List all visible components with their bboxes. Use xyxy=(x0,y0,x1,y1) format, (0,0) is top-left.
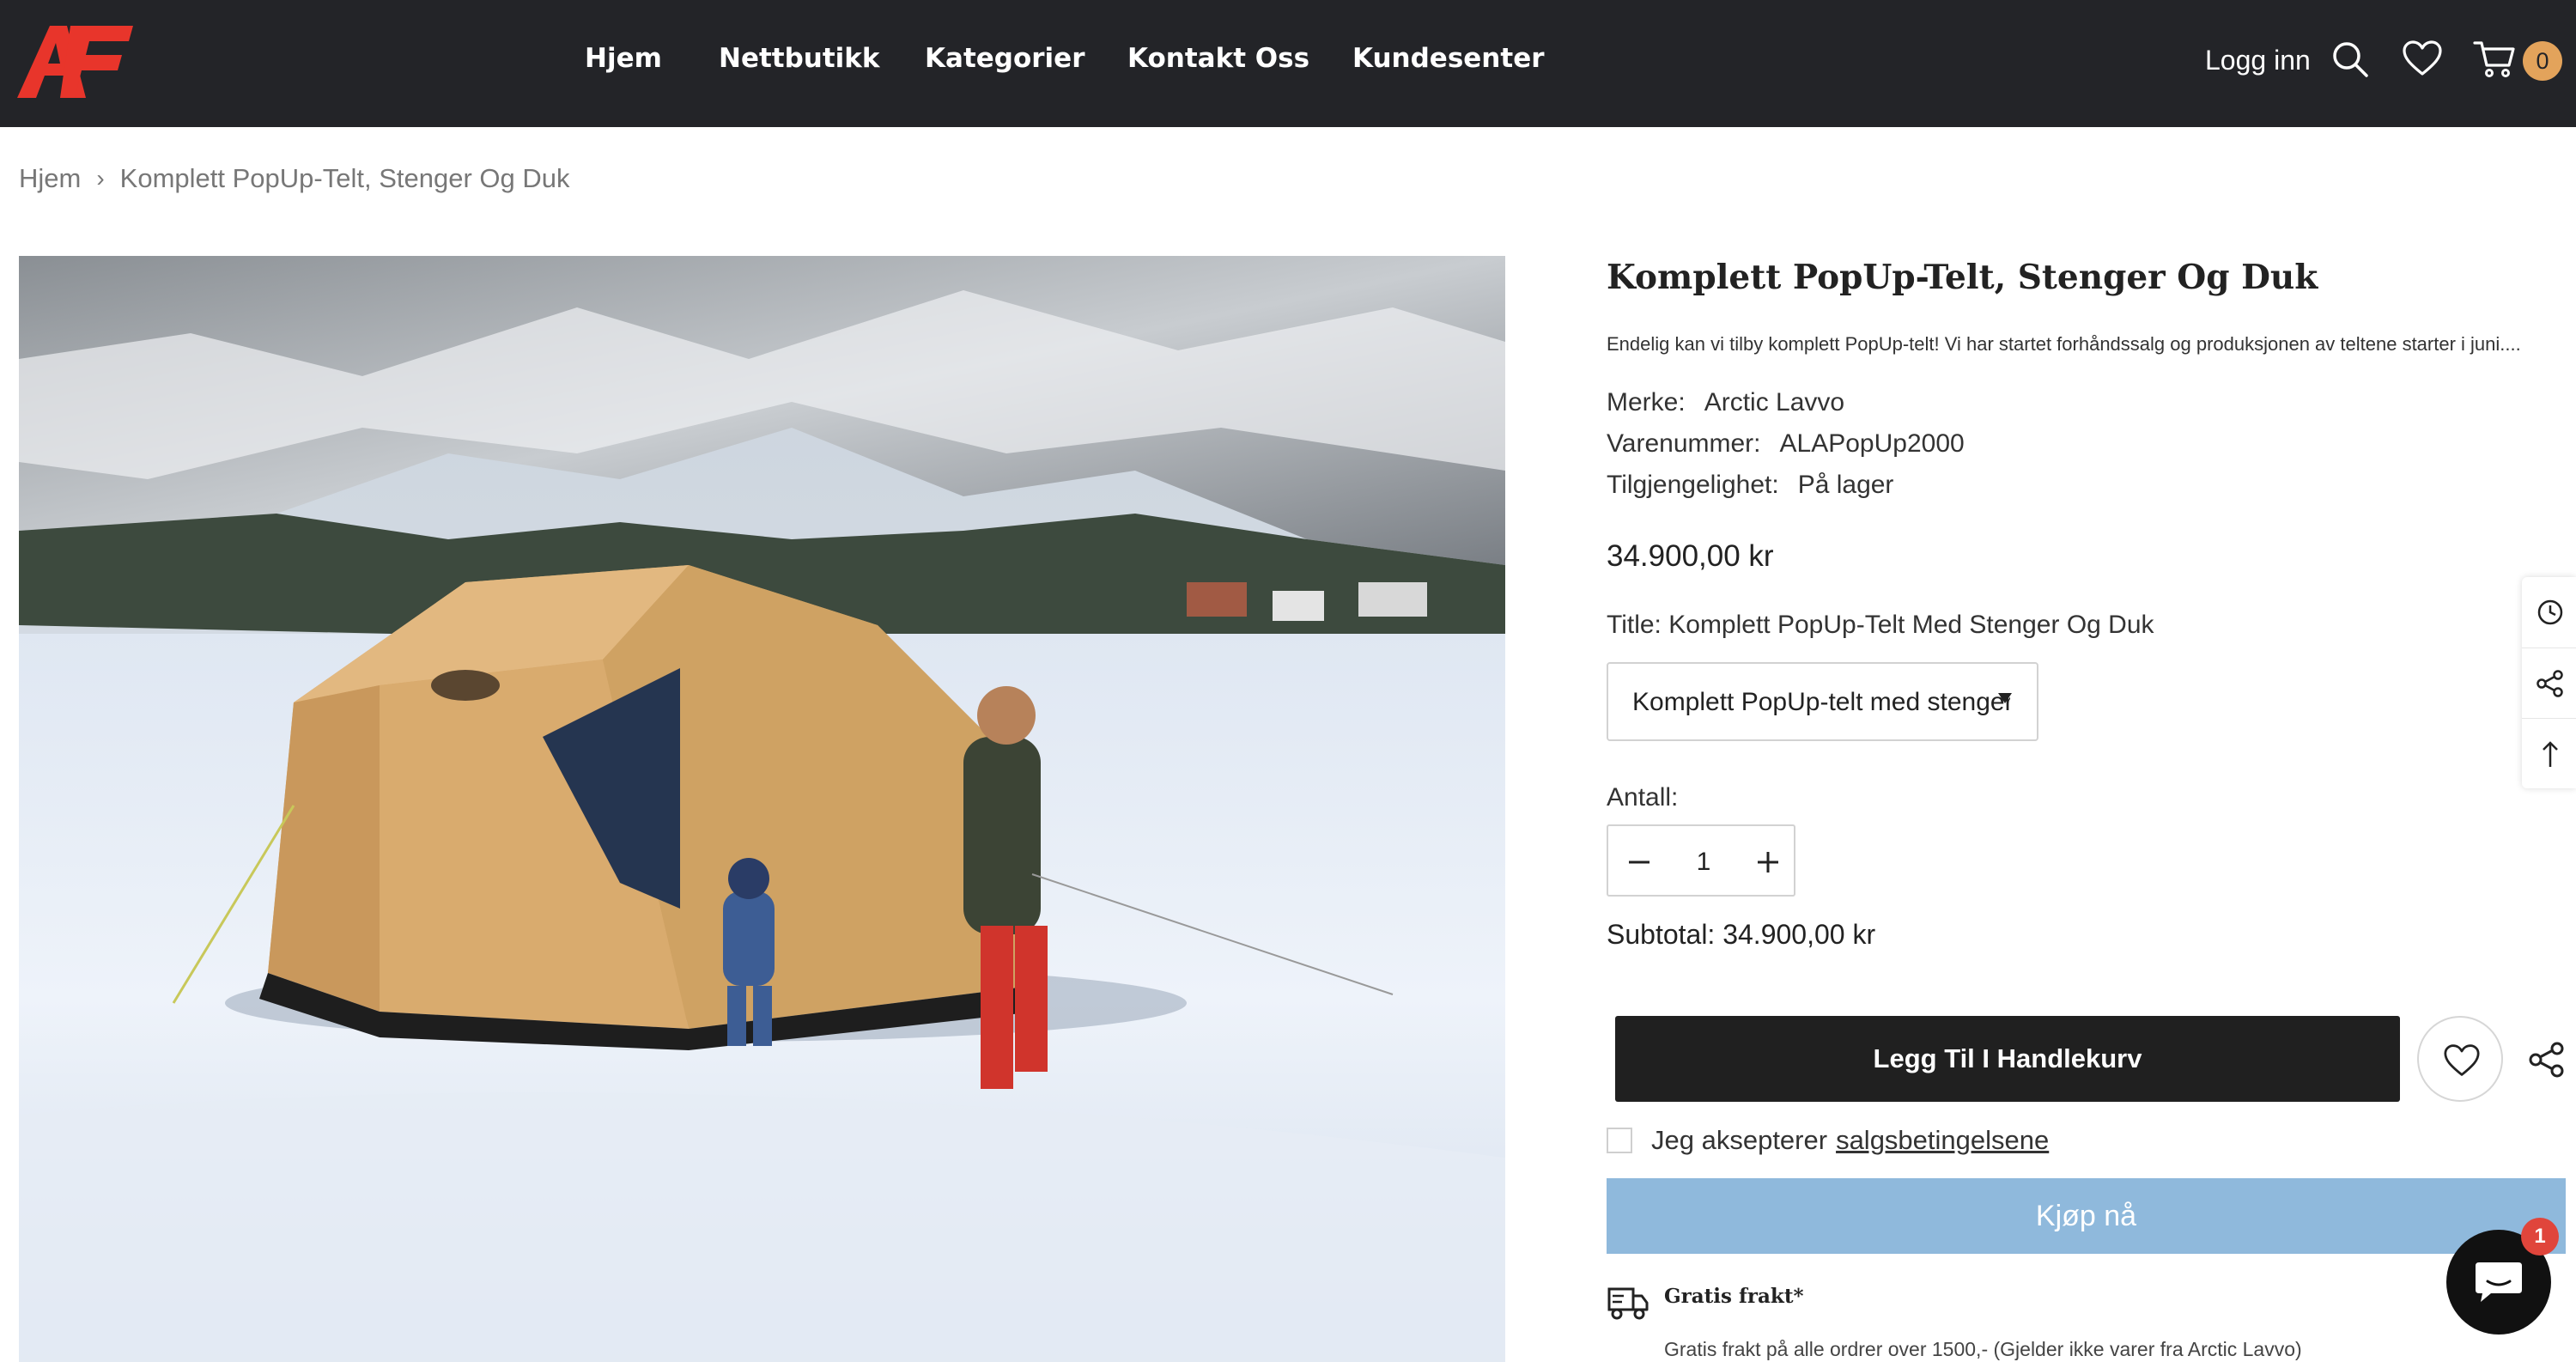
buy-now-button[interactable]: Kjøp nå xyxy=(1607,1178,2566,1254)
sku-value: ALAPopUp2000 xyxy=(1779,429,1965,458)
sku-row: Varenummer: ALAPopUp2000 xyxy=(1607,429,1965,459)
availability-row: Tilgjengelighet: På lager xyxy=(1607,471,1893,500)
brand-label: Merke: xyxy=(1607,388,1686,417)
nav-kontakt-oss[interactable]: Kontakt Oss xyxy=(1127,43,1309,74)
nav-hjem[interactable]: Hjem xyxy=(585,43,662,74)
shipping-title: Gratis frakt* xyxy=(1664,1285,1804,1308)
heart-icon xyxy=(2444,1044,2480,1076)
brand-value[interactable]: Arctic Lavvo xyxy=(1704,388,1844,417)
chat-icon xyxy=(2476,1262,2522,1302)
quantity-label: Antall: xyxy=(1607,783,1679,812)
search-icon[interactable] xyxy=(2329,38,2372,81)
nav-nettbutikk[interactable]: Nettbutikk xyxy=(719,43,880,74)
dropdown-arrow-icon xyxy=(1998,693,2012,703)
sku-label: Varenummer: xyxy=(1607,429,1761,458)
wishlist-button[interactable] xyxy=(2417,1016,2503,1102)
arrow-up-icon xyxy=(2543,741,2558,767)
chat-notification-badge: 1 xyxy=(2521,1218,2559,1256)
breadcrumb-home[interactable]: Hjem xyxy=(19,163,81,194)
recently-viewed-button[interactable] xyxy=(2522,577,2576,648)
variant-label: Title: Komplett PopUp-Telt Med Stenger O… xyxy=(1607,611,2154,640)
product-title: Komplett PopUp-Telt, Stenger Og Duk xyxy=(1607,258,2318,297)
plus-icon[interactable] xyxy=(1754,848,1782,876)
side-share-button[interactable] xyxy=(2522,648,2576,718)
site-header: Hjem Nettbutikk Kategorier Kontakt Oss K… xyxy=(0,0,2576,127)
terms-prefix: Jeg aksepterer xyxy=(1651,1125,1828,1155)
side-toolbar xyxy=(2522,577,2576,788)
variant-select-text: Komplett PopUp-telt med stenger o xyxy=(1632,688,2010,716)
add-to-cart-button[interactable]: Legg Til I Handlekurv xyxy=(1615,1016,2400,1102)
variant-label-value: Komplett PopUp-Telt Med Stenger Og Duk xyxy=(1668,611,2154,639)
breadcrumb-current: Komplett PopUp-Telt, Stenger Og Duk xyxy=(119,163,570,193)
chevron-right-icon: › xyxy=(96,165,105,192)
history-icon xyxy=(2537,599,2563,625)
buy-now-label: Kjøp nå xyxy=(2035,1199,2137,1232)
brand-logo[interactable] xyxy=(17,26,133,98)
shipping-text: Gratis frakt på alle ordrer over 1500,- … xyxy=(1664,1338,2302,1360)
variant-label-key: Title: xyxy=(1607,611,1662,639)
nav-kategorier[interactable]: Kategorier xyxy=(925,43,1085,74)
product-price: 34.900,00 kr xyxy=(1607,539,1774,573)
cart-icon[interactable] xyxy=(2473,38,2516,81)
variant-select[interactable]: Komplett PopUp-telt med stenger o xyxy=(1607,662,2038,741)
minus-icon[interactable] xyxy=(1625,848,1653,876)
cart-count-badge: 0 xyxy=(2523,41,2562,81)
back-to-top-button[interactable] xyxy=(2522,718,2576,788)
quantity-stepper xyxy=(1607,824,1795,897)
nav-kundesenter[interactable]: Kundesenter xyxy=(1352,43,1545,74)
terms-link[interactable]: salgsbetingelsene xyxy=(1836,1125,2049,1156)
terms-acceptance: Jeg aksepterer salgsbetingelsene xyxy=(1607,1125,2049,1156)
availability-value: På lager xyxy=(1797,471,1894,499)
product-image[interactable] xyxy=(19,256,1505,1362)
add-to-cart-label: Legg Til I Handlekurv xyxy=(1873,1043,2142,1073)
share-icon[interactable] xyxy=(2528,1041,2566,1079)
availability-label: Tilgjengelighet: xyxy=(1607,471,1779,499)
breadcrumb: Hjem › Komplett PopUp-Telt, Stenger Og D… xyxy=(19,163,569,194)
login-link[interactable]: Logg inn xyxy=(2205,45,2311,76)
quantity-input[interactable] xyxy=(1670,843,1737,881)
share-icon xyxy=(2537,670,2563,697)
subtotal: Subtotal: 34.900,00 kr xyxy=(1607,919,1876,950)
terms-checkbox[interactable] xyxy=(1607,1128,1632,1153)
product-description: Endelig kan vi tilby komplett PopUp-telt… xyxy=(1607,333,2521,355)
truck-icon xyxy=(1607,1287,1649,1320)
brand-row: Merke: Arctic Lavvo xyxy=(1607,388,1844,417)
heart-icon[interactable] xyxy=(2401,38,2444,81)
